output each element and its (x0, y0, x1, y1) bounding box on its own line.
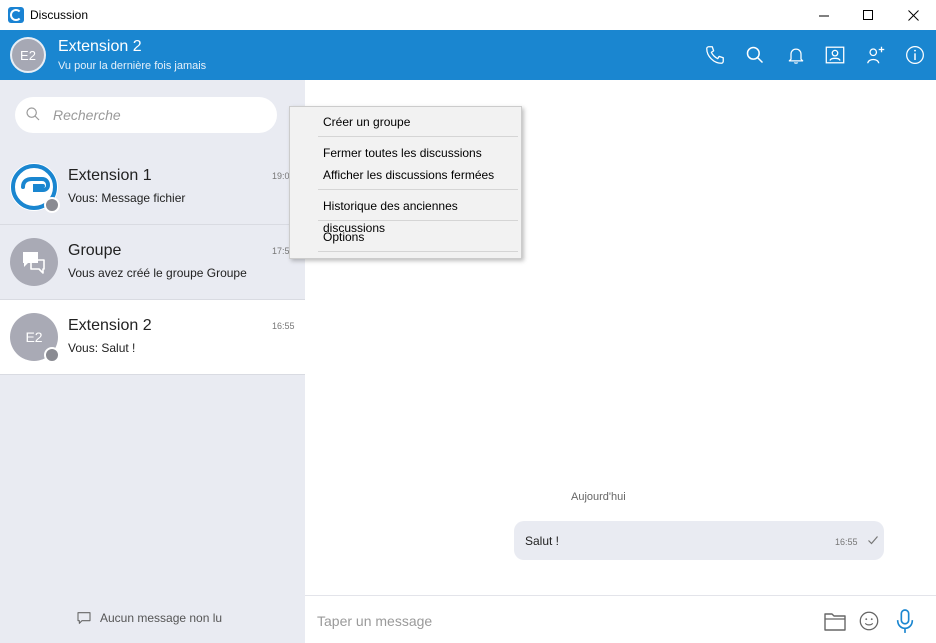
conversation-time: 16:55 (272, 321, 295, 331)
conversation-name: Groupe (68, 242, 122, 259)
attach-file-button[interactable] (823, 609, 847, 633)
title-bar: Discussion (0, 0, 936, 30)
contact-status: Vu pour la dernière fois jamais (58, 60, 207, 72)
search-input[interactable] (53, 105, 263, 125)
emoji-icon (859, 611, 879, 631)
presence-indicator (44, 197, 60, 213)
contact-card-icon (825, 46, 845, 64)
conversation-preview: Vous avez créé le groupe Groupe (68, 266, 247, 280)
close-button[interactable] (890, 0, 936, 30)
window-title: Discussion (30, 8, 89, 22)
presence-indicator (44, 347, 60, 363)
options-context-menu: Créer un groupe Fermer toutes les discus… (289, 106, 522, 259)
minimize-icon (818, 15, 829, 16)
conversation-preview: Vous: Message fichier (68, 191, 186, 205)
conversation-time: 19:0 (272, 171, 290, 181)
folder-icon (824, 613, 846, 631)
conversation-preview: Vous: Salut ! (68, 341, 136, 355)
minimize-button[interactable] (801, 0, 847, 30)
conversation-name: Extension 2 (68, 317, 152, 334)
conversation-item[interactable]: Groupe Vous avez créé le groupe Groupe 1… (0, 225, 305, 300)
conversation-avatar (10, 238, 58, 286)
conversation-header: E2 Extension 2 Vu pour la dernière fois … (0, 30, 936, 80)
message-text: Salut ! (525, 534, 560, 548)
message-icon (77, 612, 91, 624)
search-icon (26, 107, 40, 121)
call-button[interactable] (703, 43, 727, 67)
voice-message-button[interactable] (893, 609, 917, 633)
search-button[interactable] (743, 43, 767, 67)
info-button[interactable] (903, 43, 927, 67)
search-box (15, 97, 277, 133)
conversation-time: 17:5 (272, 246, 290, 256)
emoji-button[interactable] (857, 609, 881, 633)
menu-separator (318, 251, 518, 252)
contact-card-button[interactable] (823, 43, 847, 67)
unread-status: Aucun message non lu (76, 610, 222, 626)
close-icon (907, 9, 919, 21)
phone-icon (706, 46, 724, 64)
maximize-icon (862, 9, 873, 20)
message-input[interactable] (317, 611, 797, 631)
contact-avatar[interactable]: E2 (10, 37, 46, 73)
notifications-button[interactable] (784, 43, 808, 67)
maximize-button[interactable] (845, 0, 891, 30)
conversation-item-selected[interactable]: E2 Extension 2 Vous: Salut ! 16:55 (0, 300, 305, 375)
add-user-icon (867, 46, 885, 64)
menu-item-history[interactable]: Historique des anciennes discussions (290, 195, 521, 235)
microphone-icon (896, 609, 914, 633)
group-chat-icon (23, 252, 45, 274)
message-bubble[interactable]: Salut ! 16:55 (514, 521, 884, 560)
checkmark-icon (868, 536, 878, 545)
message-time: 16:55 (835, 537, 858, 547)
conversation-item[interactable]: Extension 1 Vous: Message fichier 19:0 (0, 150, 305, 225)
add-participant-button[interactable] (864, 43, 888, 67)
app-logo-icon (8, 7, 24, 23)
search-icon (746, 46, 764, 64)
info-icon (906, 46, 924, 64)
menu-separator (318, 136, 518, 137)
menu-separator (318, 220, 518, 221)
contact-name: Extension 2 (58, 38, 142, 55)
date-separator: Aujourd'hui (571, 491, 626, 503)
unread-label: Aucun message non lu (100, 611, 223, 625)
conversation-sidebar: Extension 1 Vous: Message fichier 19:0 G… (0, 80, 305, 643)
menu-item-show-closed[interactable]: Afficher les discussions fermées (290, 164, 521, 186)
menu-item-options[interactable]: Options (290, 226, 521, 248)
menu-item-close-all[interactable]: Fermer toutes les discussions (290, 142, 521, 164)
conversation-name: Extension 1 (68, 167, 152, 184)
message-composer (305, 595, 936, 643)
bell-icon (788, 48, 804, 64)
menu-item-create-group[interactable]: Créer un groupe (290, 111, 521, 133)
menu-separator (318, 189, 518, 190)
